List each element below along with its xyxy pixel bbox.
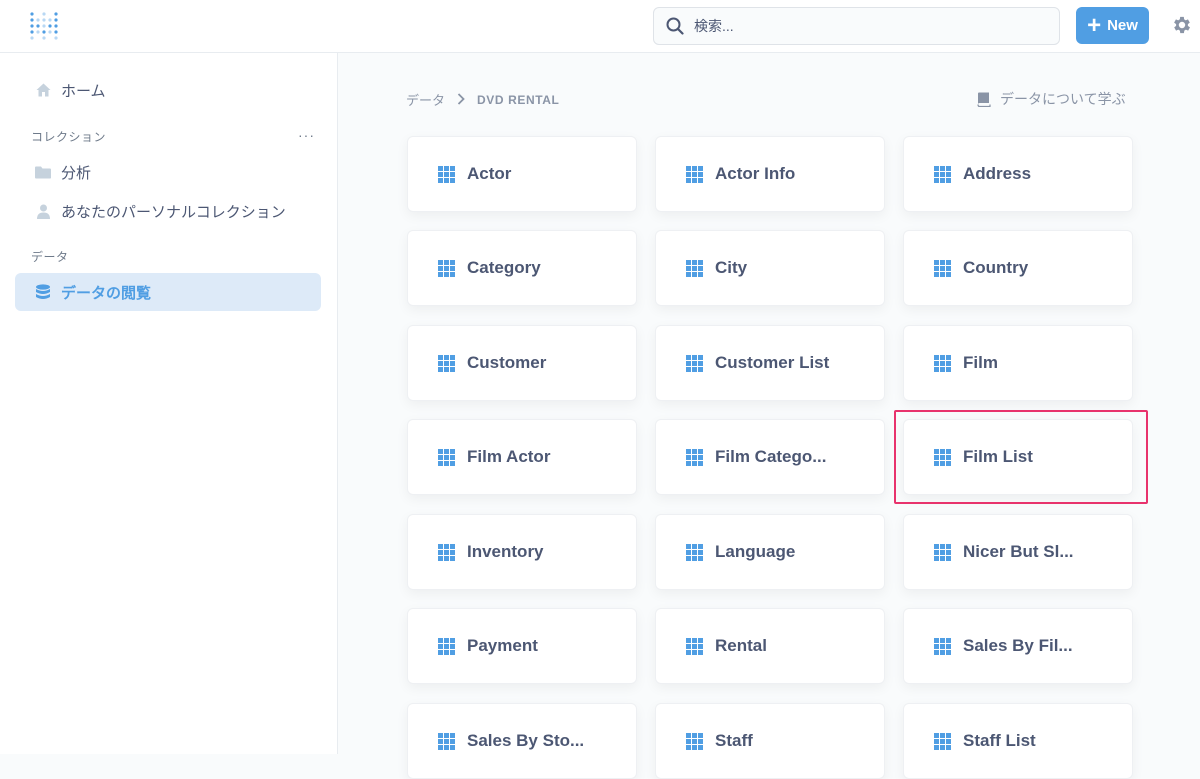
sidebar-item-label: データの閲覧: [61, 284, 152, 302]
table-grid-icon: [934, 448, 951, 466]
table-card-label: Film List: [963, 447, 1033, 466]
sidebar-item-analytics[interactable]: 分析: [15, 153, 321, 191]
table-card[interactable]: Film Actor: [407, 419, 637, 495]
table-grid-icon: [686, 165, 703, 183]
table-card-label: City: [715, 258, 748, 277]
table-grid-icon: [438, 543, 455, 561]
table-card[interactable]: Staff: [655, 703, 885, 779]
learn-about-data-label: データについて学ぶ: [1000, 91, 1126, 107]
table-grid-icon: [934, 732, 951, 750]
table-card[interactable]: Sales By Fil...: [903, 608, 1133, 684]
table-card-label: Customer: [467, 353, 547, 372]
table-grid-icon: [686, 354, 703, 372]
table-card[interactable]: Film List: [903, 419, 1133, 495]
person-icon: [35, 203, 51, 219]
collections-options-button[interactable]: ···: [298, 127, 315, 143]
table-card[interactable]: Country: [903, 230, 1133, 306]
table-card[interactable]: Category: [407, 230, 637, 306]
table-card-label: Staff: [715, 731, 753, 750]
table-grid-icon: [438, 732, 455, 750]
chevron-right-icon: [457, 92, 465, 108]
table-card-label: Payment: [467, 636, 538, 655]
new-button-label: New: [1107, 17, 1138, 34]
table-card[interactable]: Customer List: [655, 325, 885, 401]
table-grid-icon: [686, 732, 703, 750]
table-card[interactable]: Nicer But Sl...: [903, 514, 1133, 590]
book-icon: [977, 92, 991, 107]
table-grid-icon: [934, 259, 951, 277]
top-navbar: + New: [0, 0, 1200, 53]
table-card[interactable]: Payment: [407, 608, 637, 684]
table-grid-icon: [438, 448, 455, 466]
sidebar-item-label: ホーム: [61, 82, 106, 100]
search-bar[interactable]: [653, 7, 1060, 45]
folder-icon: [35, 164, 51, 180]
sidebar-item-personal-collection[interactable]: あなたのパーソナルコレクション: [15, 192, 321, 230]
table-card-label: Film: [963, 353, 998, 372]
table-card[interactable]: Sales By Sto...: [407, 703, 637, 779]
data-heading: データ: [31, 250, 69, 264]
sidebar-item-home[interactable]: ホーム: [15, 71, 321, 109]
database-icon: [35, 284, 51, 300]
table-card-label: Customer List: [715, 353, 830, 372]
sidebar-item-label: 分析: [61, 164, 92, 182]
sidebar-item-label: あなたのパーソナルコレクション: [61, 203, 286, 221]
sidebar-item-browse-data[interactable]: データの閲覧: [15, 273, 321, 311]
table-grid-icon: [934, 354, 951, 372]
table-card-label: Category: [467, 258, 541, 277]
table-card[interactable]: Staff List: [903, 703, 1133, 779]
metabase-logo-icon[interactable]: [29, 10, 59, 42]
breadcrumb: データ DVD RENTAL: [406, 90, 559, 109]
table-grid-icon: [438, 637, 455, 655]
table-card[interactable]: Rental: [655, 608, 885, 684]
collections-heading: コレクション: [31, 130, 107, 144]
table-card[interactable]: Inventory: [407, 514, 637, 590]
table-card[interactable]: Film: [903, 325, 1133, 401]
new-button[interactable]: + New: [1076, 7, 1149, 44]
table-grid-icon: [438, 259, 455, 277]
table-card-label: Staff List: [963, 731, 1036, 750]
table-card-label: Address: [963, 164, 1032, 183]
table-grid-icon: [438, 165, 455, 183]
table-grid-icon: [934, 637, 951, 655]
breadcrumb-data-link[interactable]: データ: [406, 90, 445, 109]
table-card-label: Nicer But Sl...: [963, 542, 1074, 561]
home-icon: [35, 82, 51, 98]
table-card[interactable]: City: [655, 230, 885, 306]
plus-icon: +: [1087, 11, 1102, 39]
table-card[interactable]: Film Catego...: [655, 419, 885, 495]
learn-about-data-link[interactable]: データについて学ぶ: [977, 89, 1126, 109]
table-card-label: Sales By Sto...: [467, 731, 585, 750]
table-card[interactable]: Actor: [407, 136, 637, 212]
search-input[interactable]: [694, 18, 1034, 34]
table-card-label: Rental: [715, 636, 767, 655]
table-grid-icon: [686, 543, 703, 561]
table-card-label: Sales By Fil...: [963, 636, 1073, 655]
table-card-label: Inventory: [467, 542, 544, 561]
breadcrumb-database: DVD RENTAL: [477, 92, 560, 107]
table-grid-icon: [686, 637, 703, 655]
table-card-label: Actor Info: [715, 164, 796, 183]
table-card[interactable]: Actor Info: [655, 136, 885, 212]
table-grid-icon: [934, 543, 951, 561]
table-card-label: Language: [715, 542, 796, 561]
table-card-label: Actor: [467, 164, 512, 183]
table-grid-icon: [934, 165, 951, 183]
table-card-label: Film Actor: [467, 447, 551, 466]
table-card-label: Country: [963, 258, 1029, 277]
table-card-label: Film Catego...: [715, 447, 827, 466]
search-icon: [666, 17, 684, 35]
gear-icon[interactable]: [1171, 14, 1193, 36]
table-card[interactable]: Customer: [407, 325, 637, 401]
table-card[interactable]: Address: [903, 136, 1133, 212]
table-grid-icon: [686, 448, 703, 466]
table-card[interactable]: Language: [655, 514, 885, 590]
table-grid-icon: [686, 259, 703, 277]
table-grid-icon: [438, 354, 455, 372]
sidebar: ホーム コレクション ··· 分析 あなたのパーソナルコレクション データ デー…: [0, 53, 338, 754]
